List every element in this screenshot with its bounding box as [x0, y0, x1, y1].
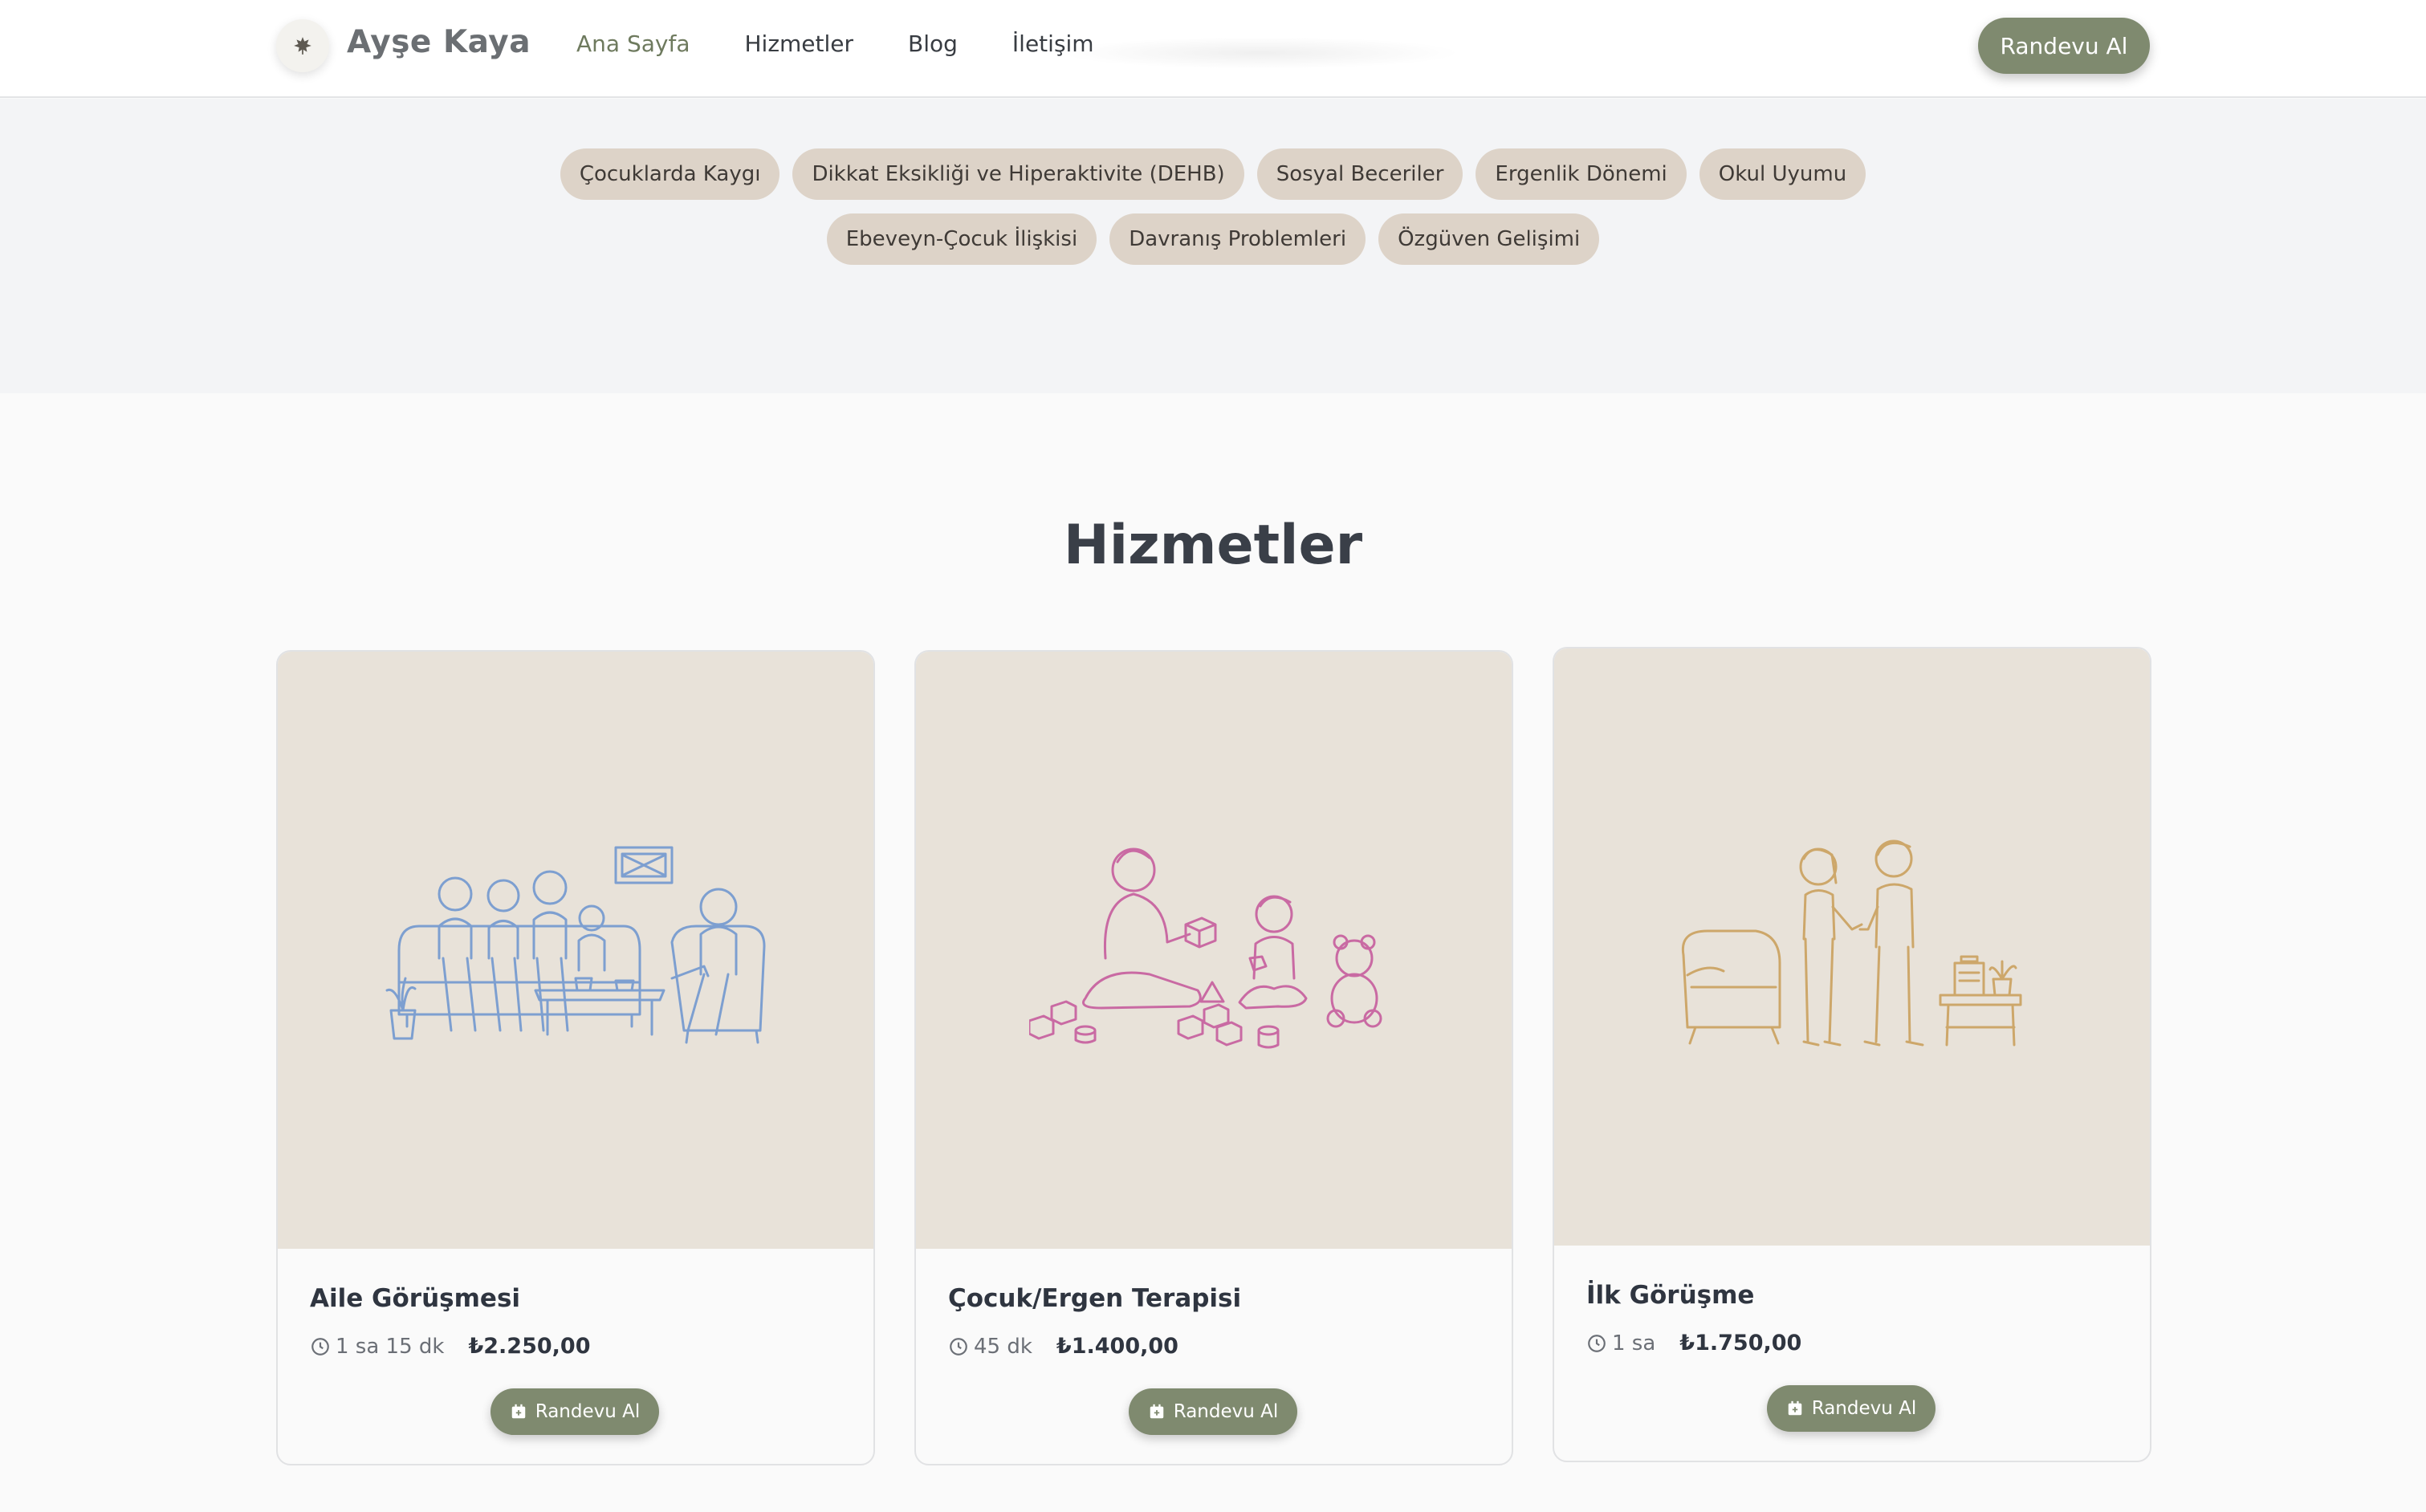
- service-title: Aile Görüşmesi: [310, 1284, 521, 1313]
- tag-adolescence[interactable]: Ergenlik Dönemi: [1476, 148, 1687, 200]
- service-card-child-therapy[interactable]: Çocuk/Ergen Terapisi 45 dk ₺1.400,00 Ran…: [914, 650, 1513, 1465]
- family-therapy-illustration: [385, 846, 766, 1044]
- tag-self-confidence[interactable]: Özgüven Gelişimi: [1378, 213, 1600, 265]
- service-title: İlk Görüşme: [1586, 1281, 1755, 1310]
- brand-name[interactable]: Ayşe Kaya: [347, 24, 531, 60]
- service-card-first-session[interactable]: İlk Görüşme 1 sa ₺1.750,00 Randevu Al: [1553, 647, 2151, 1462]
- clock-icon: [1588, 1334, 1606, 1352]
- calendar-icon: [1788, 1400, 1801, 1416]
- tag-behavior-problems[interactable]: Davranış Problemleri: [1109, 213, 1366, 265]
- book-first-session-button[interactable]: Randevu Al: [1767, 1385, 1936, 1432]
- button-label: Randevu Al: [1173, 1401, 1279, 1422]
- service-title: Çocuk/Ergen Terapisi: [948, 1284, 1242, 1313]
- service-price: ₺1.750,00: [1679, 1331, 1802, 1356]
- top-navbar: Ayşe Kaya Ana Sayfa Hizmetler Blog İleti…: [0, 0, 2426, 98]
- button-label: Randevu Al: [535, 1401, 641, 1422]
- tag-row: Çocuklarda Kaygı Dikkat Eksikliği ve Hip…: [0, 148, 2426, 200]
- card-image: [1554, 648, 2150, 1246]
- nav-home[interactable]: Ana Sayfa: [576, 30, 690, 57]
- service-price: ₺2.250,00: [468, 1334, 591, 1359]
- clock-icon: [311, 1337, 329, 1356]
- handshake-illustration: [1681, 839, 2022, 1047]
- book-child-therapy-button[interactable]: Randevu Al: [1129, 1388, 1297, 1435]
- tag-social-skills[interactable]: Sosyal Beceriler: [1256, 148, 1463, 200]
- nav-blog[interactable]: Blog: [908, 30, 958, 57]
- header-appointment-button[interactable]: Randevu Al: [1978, 18, 2150, 74]
- nav-services[interactable]: Hizmetler: [744, 30, 853, 57]
- clock-icon: [950, 1337, 967, 1356]
- logo[interactable]: [276, 19, 329, 72]
- topics-section: Çocuklarda Kaygı Dikkat Eksikliği ve Hip…: [0, 99, 2426, 393]
- book-family-button[interactable]: Randevu Al: [490, 1388, 659, 1435]
- card-image: [916, 652, 1512, 1249]
- service-duration: 1 sa 15 dk: [336, 1334, 445, 1359]
- tag-row: Ebeveyn-Çocuk İlişkisi Davranış Probleml…: [0, 213, 2426, 265]
- service-meta: 1 sa 15 dk ₺2.250,00: [310, 1334, 591, 1359]
- tag-school-adjustment[interactable]: Okul Uyumu: [1699, 148, 1866, 200]
- service-card-family[interactable]: Aile Görüşmesi 1 sa 15 dk ₺2.250,00 Rand…: [276, 650, 875, 1465]
- calendar-icon: [511, 1404, 525, 1419]
- service-meta: 1 sa ₺1.750,00: [1586, 1331, 1801, 1356]
- tag-child-anxiety[interactable]: Çocuklarda Kaygı: [560, 148, 780, 200]
- services-heading: Hizmetler: [1063, 514, 1363, 577]
- calendar-icon: [1150, 1404, 1163, 1419]
- service-meta: 45 dk ₺1.400,00: [948, 1334, 1178, 1359]
- nav-blur-overlay: [1060, 37, 1461, 69]
- service-price: ₺1.400,00: [1056, 1334, 1178, 1359]
- child-play-therapy-illustration: [1029, 847, 1382, 1049]
- leaf-icon: [294, 37, 311, 55]
- tag-parent-child[interactable]: Ebeveyn-Çocuk İlişkisi: [826, 213, 1097, 265]
- service-duration: 45 dk: [974, 1334, 1032, 1359]
- tag-adhd[interactable]: Dikkat Eksikliği ve Hiperaktivite (DEHB): [792, 148, 1244, 200]
- button-label: Randevu Al: [1811, 1398, 1917, 1419]
- service-duration: 1 sa: [1612, 1331, 1656, 1356]
- card-image: [278, 652, 873, 1249]
